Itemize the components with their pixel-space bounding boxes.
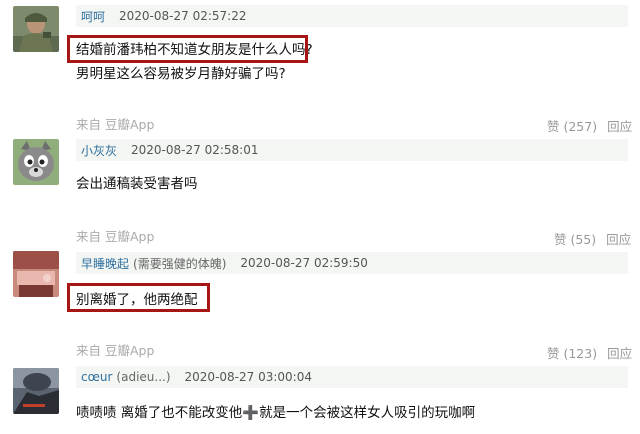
comment-time: 2020-08-27 02:57:22 <box>119 9 247 23</box>
comment-text: 会出通稿装受害者吗 <box>76 172 198 192</box>
comment-header: 小灰灰 2020-08-27 02:58:01 <box>76 139 628 161</box>
comment-actions: 赞 (123) 回应 <box>547 343 632 362</box>
comment-source: 来自 豆瓣App <box>76 343 155 358</box>
avatar[interactable] <box>13 139 59 185</box>
like-button[interactable]: 赞 (55) <box>554 232 596 247</box>
comment-header: 呵呵 2020-08-27 02:57:22 <box>76 5 628 27</box>
highlight-box <box>67 35 308 63</box>
comment-header: 早睡晚起 (需要强健的体魄) 2020-08-27 02:59:50 <box>76 252 628 274</box>
reply-button[interactable]: 回应 <box>607 346 632 361</box>
comment-source: 来自 豆瓣App <box>76 229 155 244</box>
username-link[interactable]: cœur <box>81 370 112 384</box>
pink-room-photo-icon <box>13 251 59 297</box>
comment-header: cœur (adieu...) 2020-08-27 03:00:04 <box>76 366 628 388</box>
username-link[interactable]: 呵呵 <box>81 8 105 25</box>
username-link[interactable]: 小灰灰 <box>81 142 117 159</box>
avatar[interactable] <box>13 6 59 52</box>
volcano-photo-icon <box>13 368 59 414</box>
reply-button[interactable]: 回应 <box>607 119 632 134</box>
comment-text: 啧啧啧 离婚了也不能改变他➕就是一个会被这样女人吸引的玩咖啊 <box>76 401 475 421</box>
highlight-box <box>67 283 210 312</box>
comment-time: 2020-08-27 02:58:01 <box>131 143 259 157</box>
reply-button[interactable]: 回应 <box>606 232 631 247</box>
comment-actions: 赞 (257) 回应 <box>547 116 632 135</box>
comment-time: 2020-08-27 02:59:50 <box>240 256 368 270</box>
user-signature: (需要强健的体魄) <box>133 256 227 271</box>
comment-line: 男明星这么容易被岁月静好骗了吗? <box>76 66 286 82</box>
soldier-photo-icon <box>13 6 59 52</box>
like-button[interactable]: 赞 (257) <box>547 119 597 134</box>
username-link[interactable]: 早睡晚起 <box>81 255 129 272</box>
comment-actions: 赞 (55) 回应 <box>554 229 631 248</box>
user-signature: (adieu...) <box>116 370 171 384</box>
comment-line: 会出通稿装受害者吗 <box>76 176 198 192</box>
like-button[interactable]: 赞 (123) <box>547 346 597 361</box>
comment-line: 啧啧啧 离婚了也不能改变他➕就是一个会被这样女人吸引的玩咖啊 <box>76 405 476 421</box>
grey-wolf-cartoon-icon <box>13 139 59 185</box>
comment-source: 来自 豆瓣App <box>76 117 155 132</box>
comment-time: 2020-08-27 03:00:04 <box>184 370 312 384</box>
avatar[interactable] <box>13 368 59 414</box>
avatar[interactable] <box>13 251 59 297</box>
